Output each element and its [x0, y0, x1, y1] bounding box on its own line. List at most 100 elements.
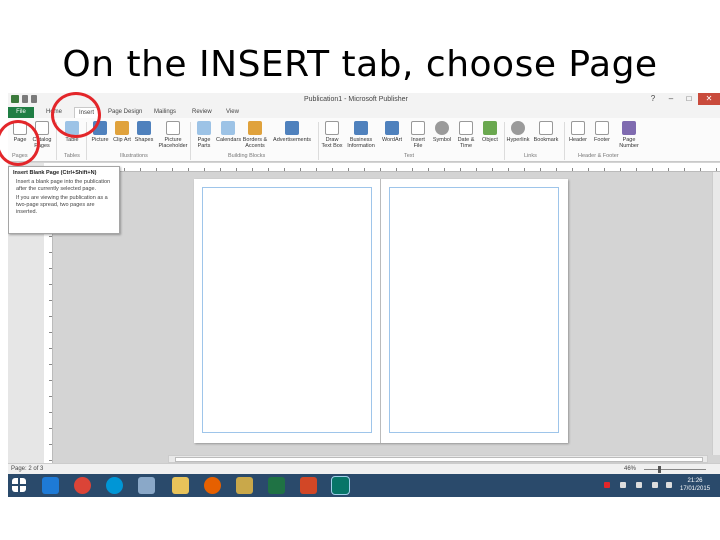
- header-button[interactable]: Header: [566, 121, 590, 143]
- wordart-icon: [385, 121, 399, 135]
- close-button[interactable]: ✕: [698, 93, 720, 105]
- ribbon-insert: Page Catalog Pages Table Picture Clip Ar…: [8, 118, 720, 162]
- zoom-level[interactable]: 46%: [624, 466, 636, 472]
- page-parts-button[interactable]: Page Parts: [192, 121, 216, 149]
- borders-accents-button[interactable]: Borders & Accents: [240, 121, 270, 149]
- horizontal-scroll-thumb[interactable]: [175, 457, 703, 462]
- tab-file[interactable]: File: [8, 107, 34, 118]
- clock-date: 17/01/2015: [680, 486, 711, 492]
- paint-icon[interactable]: [236, 477, 253, 494]
- group-label-text: Text: [404, 153, 415, 159]
- ribbon-tabs: File Home Insert Page Design Mailings Re…: [8, 107, 720, 118]
- draw-text-box-button[interactable]: Draw Text Box: [320, 121, 344, 149]
- picture-placeholder-button[interactable]: Picture Placeholder: [158, 121, 188, 149]
- insert-file-icon: [411, 121, 425, 135]
- header-icon: [571, 121, 585, 135]
- files-icon[interactable]: [138, 477, 155, 494]
- publisher-logo-icon: [11, 95, 19, 103]
- bookmark-button[interactable]: Bookmark: [532, 121, 560, 143]
- page-spread[interactable]: [194, 179, 568, 443]
- object-icon: [483, 121, 497, 135]
- business-information-button[interactable]: Business Information: [346, 121, 376, 149]
- volume-icon[interactable]: [652, 482, 658, 488]
- horizontal-ruler[interactable]: [44, 163, 720, 172]
- status-bar: Page: 2 of 3 46%: [8, 463, 720, 474]
- quick-access-toolbar: [11, 95, 37, 103]
- symbol-button[interactable]: Symbol: [430, 121, 454, 143]
- shapes-icon: [137, 121, 151, 135]
- tray-icon[interactable]: [620, 482, 626, 488]
- advertisements-button[interactable]: Advertisements: [272, 121, 312, 143]
- tab-page-design[interactable]: Page Design: [108, 109, 142, 115]
- group-label-links: Links: [524, 153, 537, 159]
- wordart-button[interactable]: WordArt: [380, 121, 404, 143]
- business-info-icon: [354, 121, 368, 135]
- tooltip-line-2: If you are viewing the publication as a …: [16, 195, 108, 215]
- folder-icon[interactable]: [172, 477, 189, 494]
- insert-page-tooltip: Insert Blank Page (Ctrl+Shift+N) Insert …: [8, 166, 120, 234]
- text-box-icon: [325, 121, 339, 135]
- horizontal-scrollbar[interactable]: [168, 455, 708, 463]
- hp-icon[interactable]: [106, 477, 123, 494]
- powerpoint-icon[interactable]: [300, 477, 317, 494]
- insert-file-button[interactable]: Insert File: [406, 121, 430, 149]
- object-button[interactable]: Object: [478, 121, 502, 143]
- help-icon[interactable]: ?: [644, 93, 662, 105]
- footer-button[interactable]: Footer: [590, 121, 614, 143]
- ie-icon[interactable]: [42, 477, 59, 494]
- group-label-building-blocks: Building Blocks: [228, 153, 266, 159]
- hyperlink-button[interactable]: Hyperlink: [506, 121, 530, 143]
- left-page-margin-guide: [202, 187, 372, 433]
- window-controls: ? – □ ✕: [644, 93, 720, 105]
- page-number-button[interactable]: Page Number: [614, 121, 644, 149]
- firefox-icon[interactable]: [204, 477, 221, 494]
- borders-icon: [248, 121, 262, 135]
- right-page-margin-guide: [389, 187, 559, 433]
- tooltip-line-1: Insert a blank page into the publication…: [16, 179, 111, 192]
- save-icon[interactable]: [22, 95, 28, 103]
- calendars-button[interactable]: Calendars: [216, 121, 241, 143]
- footer-icon: [595, 121, 609, 135]
- windows-taskbar: 21:26 17/01/2015: [8, 474, 720, 497]
- vertical-scrollbar[interactable]: [712, 172, 720, 455]
- spread-divider: [380, 179, 381, 443]
- zoom-slider-handle[interactable]: [658, 466, 661, 473]
- group-label-illustrations: Illustrations: [120, 153, 148, 159]
- symbol-icon: [435, 121, 449, 135]
- alert-flag-icon[interactable]: [604, 482, 610, 488]
- group-label-header-footer: Header & Footer: [578, 153, 619, 159]
- tooltip-title: Insert Blank Page (Ctrl+Shift+N): [13, 170, 97, 176]
- picture-placeholder-icon: [166, 121, 180, 135]
- page-count[interactable]: Page: 2 of 3: [11, 466, 43, 472]
- clock-time: 21:26: [687, 478, 703, 484]
- minimize-button[interactable]: –: [662, 93, 680, 105]
- tab-review[interactable]: Review: [192, 109, 212, 115]
- publisher-window: Publication1 - Microsoft Publisher ? – □…: [8, 93, 720, 497]
- maximize-button[interactable]: □: [680, 93, 698, 105]
- tab-view[interactable]: View: [226, 109, 239, 115]
- network-icon[interactable]: [636, 482, 642, 488]
- undo-icon[interactable]: [31, 95, 37, 103]
- insert-tab-highlight-circle: [51, 92, 101, 138]
- tab-mailings[interactable]: Mailings: [154, 109, 176, 115]
- bookmark-icon: [539, 121, 553, 135]
- slide-title: On the INSERT tab, choose Page: [62, 44, 658, 85]
- hyperlink-icon: [511, 121, 525, 135]
- calendars-icon: [221, 121, 235, 135]
- shapes-button[interactable]: Shapes: [132, 121, 156, 143]
- publisher-icon[interactable]: [331, 476, 350, 495]
- date-time-icon: [459, 121, 473, 135]
- clip-art-button[interactable]: Clip Art: [110, 121, 134, 143]
- title-bar: Publication1 - Microsoft Publisher ? – □…: [8, 93, 720, 107]
- page-number-icon: [622, 121, 636, 135]
- excel-icon[interactable]: [268, 477, 285, 494]
- battery-icon[interactable]: [666, 482, 672, 488]
- window-title: Publication1 - Microsoft Publisher: [304, 96, 408, 103]
- group-label-tables: Tables: [64, 153, 80, 159]
- date-time-button[interactable]: Date & Time: [454, 121, 478, 149]
- advertisements-icon: [285, 121, 299, 135]
- taskbar-clock[interactable]: 21:26 17/01/2015: [680, 477, 710, 493]
- zoom-slider[interactable]: [644, 469, 706, 470]
- start-icon[interactable]: [12, 478, 26, 492]
- chrome-icon[interactable]: [74, 477, 91, 494]
